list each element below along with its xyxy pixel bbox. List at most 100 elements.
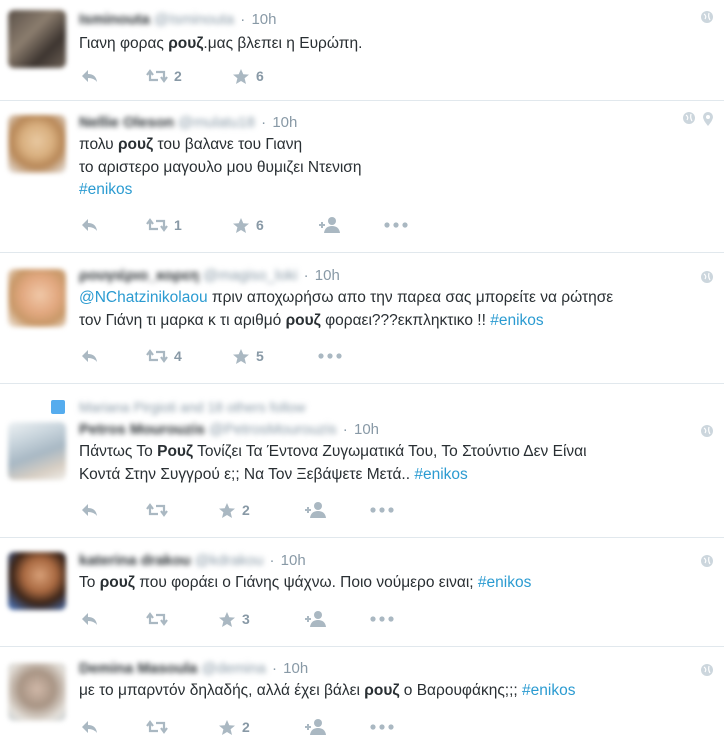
user-handle[interactable]: @magiso_loki bbox=[203, 266, 297, 286]
tweet-header: katerina drakou @kdrakou · 10h bbox=[79, 551, 306, 571]
reply-button[interactable] bbox=[80, 348, 146, 364]
globe-icon bbox=[700, 424, 714, 443]
star-icon bbox=[218, 611, 236, 628]
tweet-time[interactable]: 10h bbox=[283, 660, 308, 677]
tweet: ρουγιέριο_κορεη @magiso_loki · 10h @NChat… bbox=[0, 253, 724, 384]
favorite-button[interactable]: 6 bbox=[232, 68, 318, 85]
avatar[interactable] bbox=[8, 552, 66, 610]
globe-icon bbox=[700, 663, 714, 682]
more-dots-icon bbox=[370, 724, 394, 730]
more-button[interactable] bbox=[384, 222, 408, 228]
reply-icon bbox=[80, 502, 100, 518]
hashtag-link[interactable]: #enikos bbox=[414, 466, 467, 483]
favorite-button[interactable]: 2 bbox=[218, 502, 304, 519]
tweet-corner-icons bbox=[700, 10, 714, 29]
user-name[interactable]: Isminouta bbox=[79, 10, 150, 30]
star-icon bbox=[232, 348, 250, 365]
more-dots-icon bbox=[370, 616, 394, 622]
hashtag-link[interactable]: #enikos bbox=[478, 574, 531, 591]
globe-icon bbox=[700, 270, 714, 289]
retweet-button[interactable]: 4 bbox=[146, 348, 232, 364]
user-handle[interactable]: @Isminouta bbox=[154, 10, 234, 30]
retweet-icon bbox=[146, 502, 168, 518]
user-name[interactable]: katerina drakou bbox=[79, 551, 191, 571]
follow-button[interactable] bbox=[304, 501, 370, 519]
tweet-actions: 2 6 bbox=[80, 64, 318, 88]
reply-button[interactable] bbox=[80, 217, 146, 233]
user-name[interactable]: Petros Mourouzis bbox=[79, 420, 205, 440]
retweet-icon bbox=[146, 348, 168, 364]
retweet-button[interactable] bbox=[146, 502, 218, 518]
favorite-count: 3 bbox=[242, 611, 250, 627]
follow-button[interactable] bbox=[304, 718, 370, 736]
reply-button[interactable] bbox=[80, 611, 146, 627]
tweet-text: @NChatzinikolaou πριν αποχωρήσω απο την … bbox=[79, 287, 684, 332]
more-button[interactable] bbox=[370, 616, 394, 622]
mention-link[interactable]: @NChatzinikolaou bbox=[79, 289, 208, 306]
retweet-icon bbox=[146, 611, 168, 627]
retweet-icon bbox=[146, 217, 168, 233]
follow-user-icon bbox=[304, 501, 328, 519]
reply-icon bbox=[80, 719, 100, 735]
retweet-icon bbox=[146, 68, 168, 84]
reply-button[interactable] bbox=[80, 719, 146, 735]
favorite-button[interactable]: 2 bbox=[218, 719, 304, 736]
retweet-count: 2 bbox=[174, 68, 182, 84]
follow-button[interactable] bbox=[318, 216, 384, 234]
text-line: με το μπαρντόν δηλαδής, αλλά έχει βάλει … bbox=[79, 682, 576, 699]
avatar[interactable] bbox=[8, 269, 66, 327]
tweet-header: Isminouta @Isminouta · 10h bbox=[79, 10, 277, 30]
favorite-count: 2 bbox=[242, 502, 250, 518]
user-handle[interactable]: @PetrosMourouzis bbox=[209, 420, 337, 440]
user-name[interactable]: ρουγιέριο_κορεη bbox=[79, 266, 199, 286]
tweet-corner-icons bbox=[700, 554, 714, 573]
retweet-count: 4 bbox=[174, 348, 182, 364]
more-button[interactable] bbox=[318, 353, 342, 359]
tweet-header: ρουγιέριο_κορεη @magiso_loki · 10h bbox=[79, 266, 340, 286]
retweet-button[interactable] bbox=[146, 719, 218, 735]
hashtag-link[interactable]: #enikos bbox=[490, 312, 543, 329]
avatar[interactable] bbox=[8, 10, 66, 68]
reply-icon bbox=[80, 217, 100, 233]
tweet-time[interactable]: 10h bbox=[281, 552, 306, 569]
more-dots-icon bbox=[370, 507, 394, 513]
more-button[interactable] bbox=[370, 724, 394, 730]
tweet: Isminouta @Isminouta · 10h Γιανη φορας ρο… bbox=[0, 0, 724, 101]
user-name[interactable]: Demina Masoula bbox=[79, 659, 197, 679]
favorite-button[interactable]: 5 bbox=[232, 348, 318, 365]
tweet-time[interactable]: 10h bbox=[251, 11, 276, 28]
tweet-text: με το μπαρντόν δηλαδής, αλλά έχει βάλει … bbox=[79, 680, 684, 703]
user-handle[interactable]: @kdrakou bbox=[195, 551, 264, 571]
favorite-button[interactable]: 3 bbox=[218, 611, 304, 628]
follow-user-icon bbox=[318, 216, 342, 234]
text-line: Το ρουζ που φοράει ο Γιάνης ψάχνω. Ποιο … bbox=[79, 574, 532, 591]
follow-context-icon bbox=[51, 400, 65, 414]
tweet-text: Πάντως Το Ρουζ Τονίζει Τα Έντονα Ζυγωματ… bbox=[79, 441, 684, 486]
favorite-button[interactable]: 6 bbox=[232, 217, 318, 234]
follow-user-icon bbox=[304, 610, 328, 628]
reply-icon bbox=[80, 68, 100, 84]
reply-button[interactable] bbox=[80, 502, 146, 518]
retweet-button[interactable] bbox=[146, 611, 218, 627]
retweet-button[interactable]: 2 bbox=[146, 68, 232, 84]
follow-button[interactable] bbox=[304, 610, 370, 628]
tweet-header: Demina Masoula @demina · 10h bbox=[79, 659, 309, 679]
reply-button[interactable] bbox=[80, 68, 146, 84]
avatar[interactable] bbox=[8, 663, 66, 721]
tweet-text: Το ρουζ που φοράει ο Γιάνης ψάχνω. Ποιο … bbox=[79, 572, 684, 595]
user-handle[interactable]: @demina bbox=[201, 659, 265, 679]
tweet-actions: 4 5 bbox=[80, 344, 342, 368]
tweet-corner-icons bbox=[700, 270, 714, 289]
retweet-button[interactable]: 1 bbox=[146, 217, 232, 233]
hashtag-link[interactable]: #enikos bbox=[522, 682, 575, 699]
more-dots-icon bbox=[384, 222, 408, 228]
tweet-time[interactable]: 10h bbox=[354, 421, 379, 438]
social-context[interactable]: Mariana Pirgioti and 18 others follow bbox=[79, 399, 305, 415]
tweet-time[interactable]: 10h bbox=[315, 267, 340, 284]
tweet: Demina Masoula @demina · 10h με το μπαρντ… bbox=[0, 647, 724, 751]
avatar[interactable] bbox=[8, 422, 66, 480]
more-button[interactable] bbox=[370, 507, 394, 513]
retweet-icon bbox=[146, 719, 168, 735]
tweet-actions: 1 6 bbox=[80, 213, 408, 237]
reply-icon bbox=[80, 348, 100, 364]
